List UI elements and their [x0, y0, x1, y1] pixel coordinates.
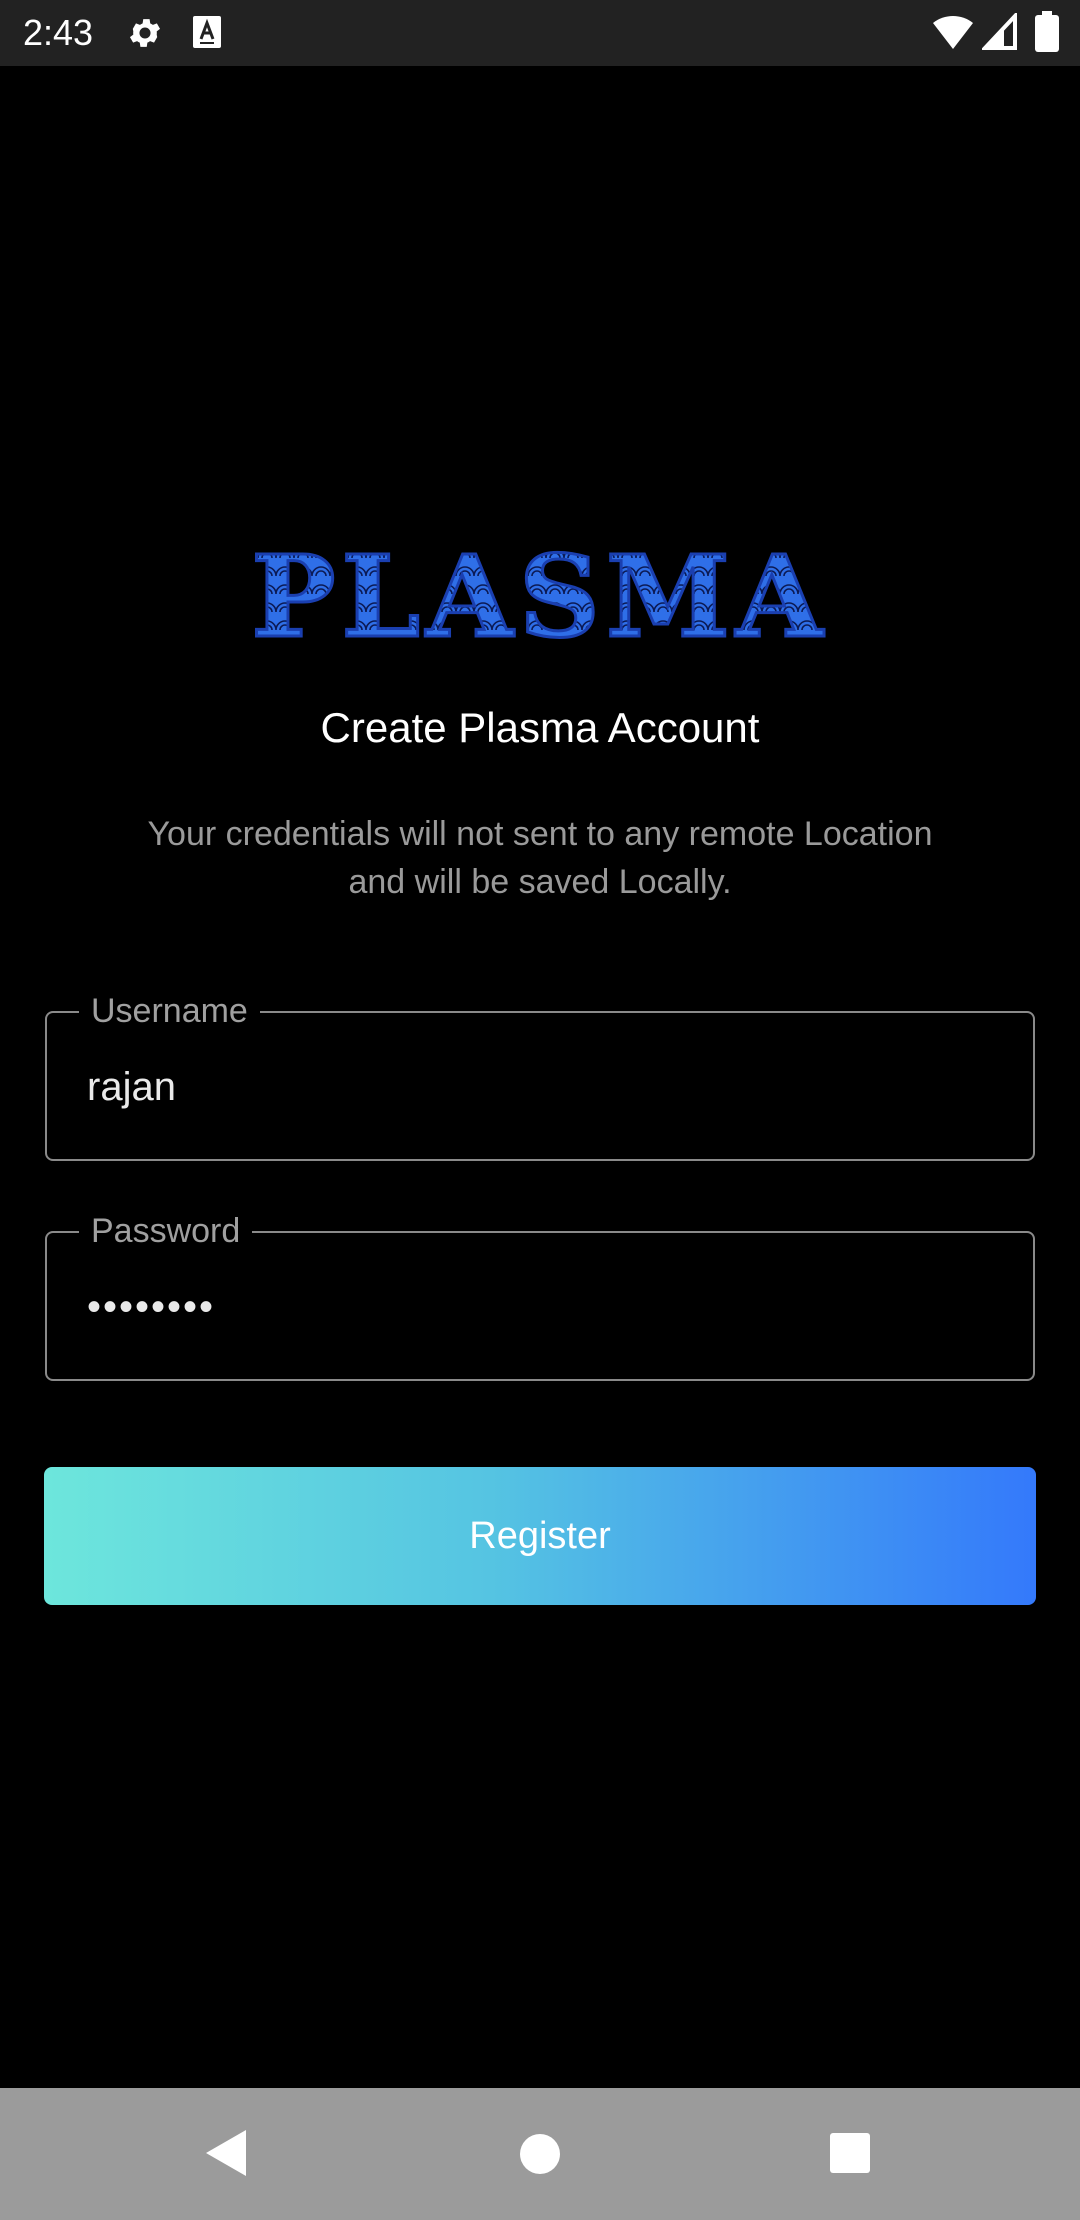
username-input[interactable] [87, 1057, 987, 1117]
subtitle-line-1: Your credentials will not sent to any re… [147, 815, 933, 853]
gear-icon [129, 19, 161, 47]
svg-text:PLASMA: PLASMA [251, 540, 829, 660]
home-icon[interactable] [518, 2132, 562, 2176]
password-label: Password [79, 1211, 253, 1251]
subtitle: Your credentials will not sent to any re… [100, 810, 980, 906]
battery-icon [1035, 11, 1059, 52]
password-field[interactable]: Password •••••••• [45, 1211, 1035, 1381]
plasma-logo: PLASMA [250, 540, 829, 660]
register-button[interactable]: Register [44, 1467, 1036, 1605]
username-label: Username [79, 991, 260, 1031]
font-a-icon [193, 16, 221, 48]
navigation-bar [0, 2088, 1080, 2220]
username-field[interactable]: Username [45, 991, 1035, 1161]
recents-icon[interactable] [829, 2132, 871, 2174]
register-screen: 2:43 PLASMA Create Plasma Account Your c… [0, 0, 1080, 2220]
status-time: 2:43 [23, 12, 94, 53]
signal-icon [982, 13, 1017, 50]
subtitle-line-2: and will be saved Locally. [348, 863, 732, 901]
page-title: Create Plasma Account [320, 704, 760, 751]
back-icon[interactable] [204, 2128, 248, 2178]
wifi-icon [933, 15, 973, 50]
status-bar: 2:43 [0, 0, 1080, 66]
password-input[interactable]: •••••••• [87, 1277, 987, 1337]
